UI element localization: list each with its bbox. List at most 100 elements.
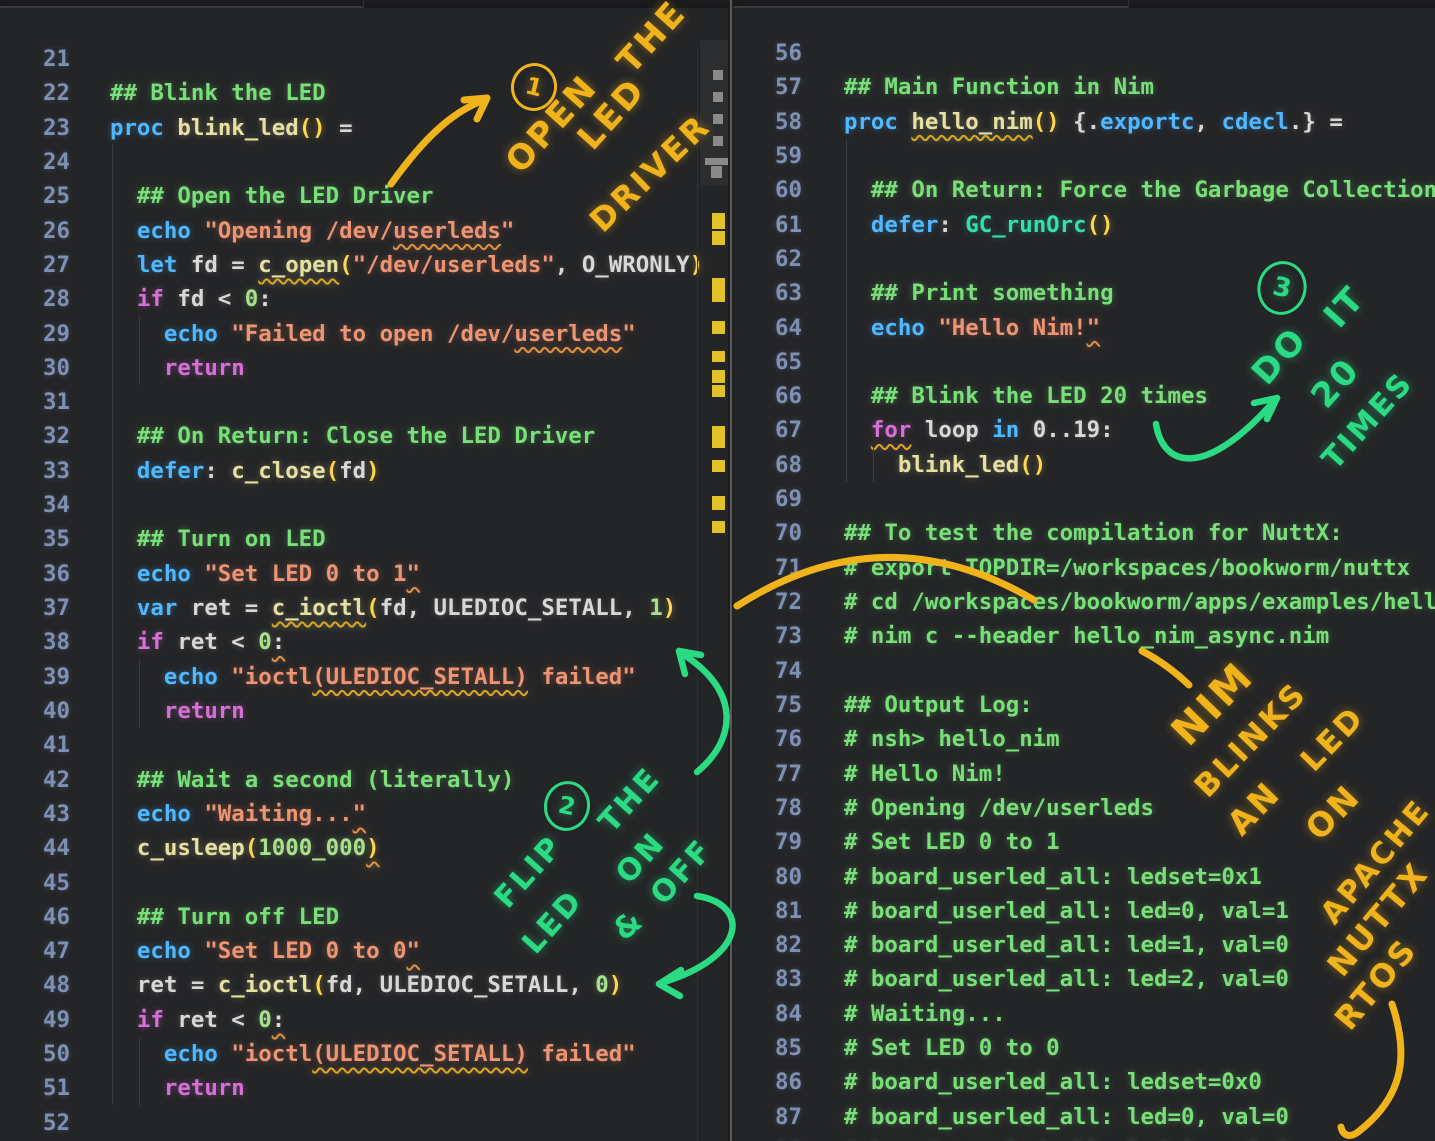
code-line[interactable]: 28 if fd < 0: — [0, 282, 729, 316]
code-line[interactable]: 43 echo "Waiting..." — [0, 797, 729, 831]
code-line[interactable]: 67 for loop in 0..19: — [733, 413, 1435, 447]
code-text: # Hello Nim! — [817, 760, 1006, 787]
code-line[interactable]: 77 # Hello Nim! — [733, 757, 1435, 791]
code-line[interactable]: 36 echo "Set LED 0 to 1" — [0, 557, 729, 591]
code-line[interactable]: 39 echo "ioctl(ULEDIOC_SETALL) failed" — [0, 660, 729, 694]
code-line[interactable]: 23 proc blink_led() = — [0, 111, 729, 145]
code-line[interactable]: 52 — [0, 1106, 729, 1140]
code-line[interactable]: 27 let fd = c_open("/dev/userleds", O_WR… — [0, 248, 729, 282]
code-line[interactable]: 47 echo "Set LED 0 to 0" — [0, 934, 729, 968]
pane-divider-line — [730, 0, 732, 1141]
code-line[interactable]: 75 ## Output Log: — [733, 688, 1435, 722]
code-line[interactable]: 45 — [0, 866, 729, 900]
code-line[interactable]: 40 return — [0, 694, 729, 728]
code-line[interactable]: 44 c_usleep(1000_000) — [0, 831, 729, 865]
line-number: 68 — [775, 451, 802, 478]
code-text: # board_userled_all: led=0, val=0 — [817, 1103, 1289, 1130]
line-number: 82 — [775, 932, 802, 959]
code-line[interactable]: 76 # nsh> hello_nim — [733, 722, 1435, 756]
code-line[interactable]: 71 # export TOPDIR=/workspaces/bookworm/… — [733, 551, 1435, 585]
code-line[interactable]: 79 # Set LED 0 to 1 — [733, 825, 1435, 859]
code-line[interactable]: 69 — [733, 482, 1435, 516]
code-line[interactable]: 25 ## Open the LED Driver — [0, 179, 729, 213]
code-area-left[interactable]: 21 22 ## Blink the LED 23 proc blink_led()… — [0, 42, 729, 1140]
code-line[interactable]: 80 # board_userled_all: ledset=0x1 — [733, 860, 1435, 894]
code-text: ## Blink the LED 20 times — [817, 383, 1208, 410]
code-line[interactable]: 50 echo "ioctl(ULEDIOC_SETALL) failed" — [0, 1037, 729, 1071]
ruler-warning-mark — [712, 521, 725, 533]
code-line[interactable]: 64 echo "Hello Nim!" — [733, 311, 1435, 345]
tab-strip[interactable] — [0, 0, 1435, 8]
code-line[interactable]: 33 defer: c_close(fd) — [0, 454, 729, 488]
code-text: # Waiting... — [817, 1000, 1006, 1027]
code-line[interactable]: 42 ## Wait a second (literally) — [0, 763, 729, 797]
code-line[interactable]: 66 ## Blink the LED 20 times — [733, 379, 1435, 413]
code-line[interactable]: 83 # board_userled_all: led=2, val=0 — [733, 962, 1435, 996]
code-line[interactable]: 31 — [0, 385, 729, 419]
code-line[interactable]: 57 ## Main Function in Nim — [733, 70, 1435, 104]
code-line[interactable]: 34 — [0, 488, 729, 522]
code-line[interactable]: 84 # Waiting... — [733, 997, 1435, 1031]
line-number: 63 — [775, 280, 802, 307]
line-number: 25 — [43, 183, 70, 210]
tab-divider — [363, 0, 364, 8]
code-area-right[interactable]: 56 57 ## Main Function in Nim 58 proc hell… — [733, 36, 1435, 1141]
line-number: 60 — [775, 177, 802, 204]
code-line[interactable]: 51 return — [0, 1071, 729, 1105]
code-text: ## Turn off LED — [83, 903, 340, 930]
code-line[interactable]: 59 — [733, 139, 1435, 173]
line-number: 81 — [775, 897, 802, 924]
code-line[interactable]: 30 return — [0, 351, 729, 385]
code-line[interactable]: 85 # Set LED 0 to 0 — [733, 1031, 1435, 1065]
code-line[interactable]: 48 ret = c_ioctl(fd, ULEDIOC_SETALL, 0) — [0, 968, 729, 1002]
code-line[interactable]: 49 if ret < 0: — [0, 1003, 729, 1037]
editor-pane-left[interactable]: 21 22 ## Blink the LED 23 proc blink_led()… — [0, 8, 729, 1141]
code-line[interactable]: 46 ## Turn off LED — [0, 900, 729, 934]
code-line[interactable]: 65 — [733, 345, 1435, 379]
code-line[interactable]: 62 — [733, 242, 1435, 276]
code-line[interactable]: 61 defer: GC_runOrc() — [733, 208, 1435, 242]
code-line[interactable]: 22 ## Blink the LED — [0, 76, 729, 110]
code-line[interactable]: 58 proc hello_nim() {.exportc, cdecl.} = — [733, 105, 1435, 139]
code-line[interactable]: 63 ## Print something — [733, 276, 1435, 310]
code-line[interactable]: 26 echo "Opening /dev/userleds" — [0, 214, 729, 248]
line-number: 45 — [43, 869, 70, 896]
code-line[interactable]: 29 echo "Failed to open /dev/userleds" — [0, 317, 729, 351]
code-line[interactable]: 81 # board_userled_all: led=0, val=1 — [733, 894, 1435, 928]
line-number: 43 — [43, 800, 70, 827]
code-line[interactable]: 86 # board_userled_all: ledset=0x0 — [733, 1065, 1435, 1099]
indent-guide — [846, 139, 847, 482]
code-line[interactable]: 35 ## Turn on LED — [0, 522, 729, 556]
code-line[interactable]: 88 # board_userled_all: led=1, val=0 — [733, 1134, 1435, 1141]
code-line[interactable]: 60 ## On Return: Force the Garbage Colle… — [733, 173, 1435, 207]
code-line[interactable]: 73 # nim c --header hello_nim_async.nim — [733, 619, 1435, 653]
code-line[interactable]: 24 — [0, 145, 729, 179]
line-number: 65 — [775, 348, 802, 375]
code-line[interactable]: 87 # board_userled_all: led=0, val=0 — [733, 1100, 1435, 1134]
editor-pane-right[interactable]: 56 57 ## Main Function in Nim 58 proc hell… — [733, 8, 1435, 1141]
line-number: 58 — [775, 108, 802, 135]
code-line[interactable]: 21 — [0, 42, 729, 76]
code-line[interactable]: 74 — [733, 654, 1435, 688]
line-number: 64 — [775, 314, 802, 341]
code-text: proc blink_led() = — [83, 114, 353, 141]
code-line[interactable]: 37 var ret = c_ioctl(fd, ULEDIOC_SETALL,… — [0, 591, 729, 625]
code-line[interactable]: 56 — [733, 36, 1435, 70]
code-text: # export TOPDIR=/workspaces/bookworm/nut… — [817, 554, 1411, 581]
code-text: # nsh> hello_nim — [817, 726, 1060, 753]
code-text: ## Output Log: — [817, 691, 1033, 718]
code-text: # board_userled_all: led=0, val=1 — [817, 897, 1289, 924]
code-text: return — [83, 1075, 245, 1102]
code-line[interactable]: 68 blink_led() — [733, 448, 1435, 482]
line-number: 80 — [775, 863, 802, 890]
code-line[interactable]: 32 ## On Return: Close the LED Driver — [0, 419, 729, 453]
ruler-warning-mark — [712, 370, 725, 383]
code-line[interactable]: 70 ## To test the compilation for NuttX: — [733, 516, 1435, 550]
code-line[interactable]: 72 # cd /workspaces/bookworm/apps/exampl… — [733, 585, 1435, 619]
code-line[interactable]: 41 — [0, 728, 729, 762]
line-number: 71 — [775, 554, 802, 581]
code-line[interactable]: 78 # Opening /dev/userleds — [733, 791, 1435, 825]
code-line[interactable]: 82 # board_userled_all: led=1, val=0 — [733, 928, 1435, 962]
code-line[interactable]: 38 if ret < 0: — [0, 625, 729, 659]
code-text: # Opening /dev/userleds — [817, 794, 1155, 821]
